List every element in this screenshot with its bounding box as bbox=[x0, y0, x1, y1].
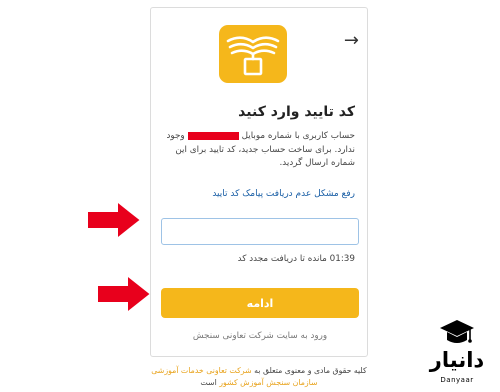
page-description: حساب کاربری با شماره موبایلوجود ندارد. ب… bbox=[157, 130, 355, 171]
back-to-site-link[interactable]: ورود به سایت شرکت تعاونی سنجش bbox=[151, 331, 369, 341]
footer-text-before: کلیه حقوق مادی و معنوی متعلق به bbox=[254, 366, 367, 375]
watermark-text: دانیار bbox=[429, 348, 485, 372]
annotation-arrow-input bbox=[86, 198, 143, 242]
back-arrow-icon[interactable]: → bbox=[344, 32, 359, 50]
resend-timer: 01:39 مانده تا دریافت مجدد کد bbox=[237, 254, 355, 264]
description-part1: حساب کاربری با شماره موبایل bbox=[241, 131, 355, 141]
verification-code-input[interactable] bbox=[161, 218, 359, 245]
sms-problem-link[interactable]: رفع مشکل عدم دریافت پیامک کد تایید bbox=[212, 189, 355, 199]
annotation-arrow-button bbox=[96, 272, 153, 316]
graduation-cap-icon bbox=[440, 320, 474, 343]
continue-button[interactable]: ادامه bbox=[161, 288, 359, 318]
footer-text-after: است bbox=[200, 378, 217, 387]
redacted-phone-number bbox=[187, 131, 239, 140]
verification-card: → کد تایید وارد کنید حساب کاربری با شمار… bbox=[150, 7, 368, 357]
page-title: کد تایید وارد کنید bbox=[238, 104, 355, 120]
open-book-icon bbox=[219, 25, 287, 83]
copyright-footer: کلیه حقوق مادی و معنوی متعلق به شرکت تعا… bbox=[150, 365, 368, 389]
danyaar-watermark: دانیار Danyaar bbox=[419, 318, 495, 388]
watermark-subtext: Danyaar bbox=[440, 376, 474, 384]
